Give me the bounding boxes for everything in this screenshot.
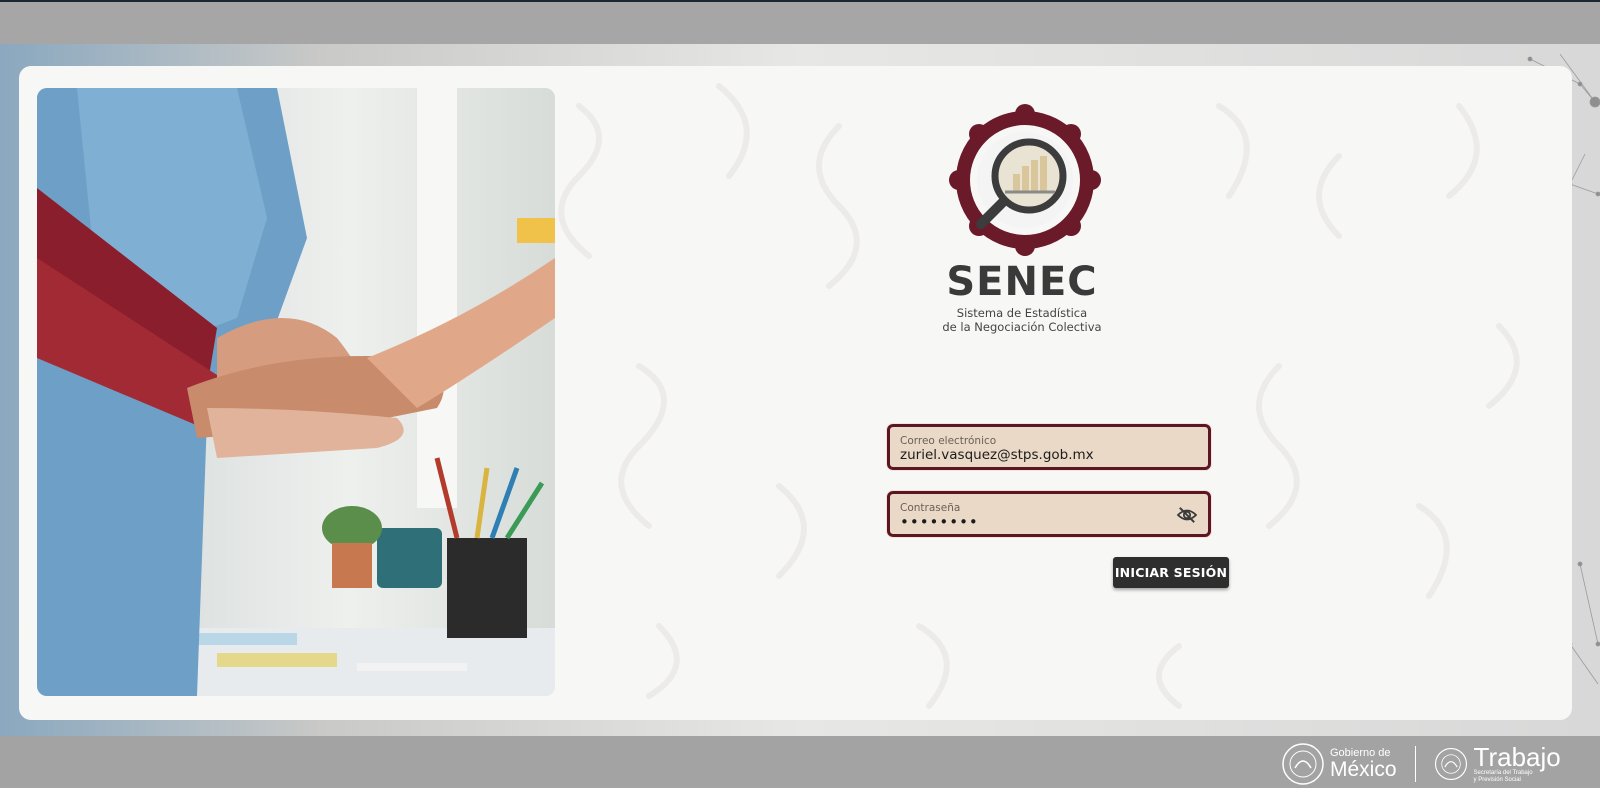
login-button[interactable]: INICIAR SESIÓN [1113,557,1229,588]
gobierno-wordmark: Gobierno de México [1330,748,1397,781]
trabajo-seal-icon [1434,747,1467,781]
brand-subtitle-line2: de la Negociación Colectiva [942,320,1102,334]
password-field[interactable]: Contraseña •••••••• [887,491,1211,537]
password-input[interactable]: •••••••• [900,513,1180,531]
email-field[interactable]: Correo electrónico [887,424,1211,470]
gobierno-seal-icon [1282,743,1324,785]
footer-logos: Gobierno de México Trabajo Secretaría de… [1281,742,1561,786]
senec-logo [949,104,1101,256]
eye-off-icon[interactable] [1176,506,1198,524]
brand-block: SENEC Sistema de Estadística de la Negoc… [897,258,1147,334]
top-bar [0,0,1600,44]
trabajo-wordmark: Trabajo Secretaría del Trabajo y Previsi… [1474,744,1561,784]
login-card [19,66,1572,720]
footer-divider [1414,746,1416,782]
teamwork-hands-photo [37,88,555,696]
email-input[interactable] [900,447,1180,463]
brand-title: SENEC [946,259,1098,305]
trabajo-subtitle-line2: y Previsión Social [1473,777,1521,783]
mexico-label: México [1330,758,1397,781]
brand-subtitle-line1: Sistema de Estadística [956,306,1088,320]
email-label: Correo electrónico [900,435,997,447]
trabajo-title: Trabajo [1473,742,1561,772]
